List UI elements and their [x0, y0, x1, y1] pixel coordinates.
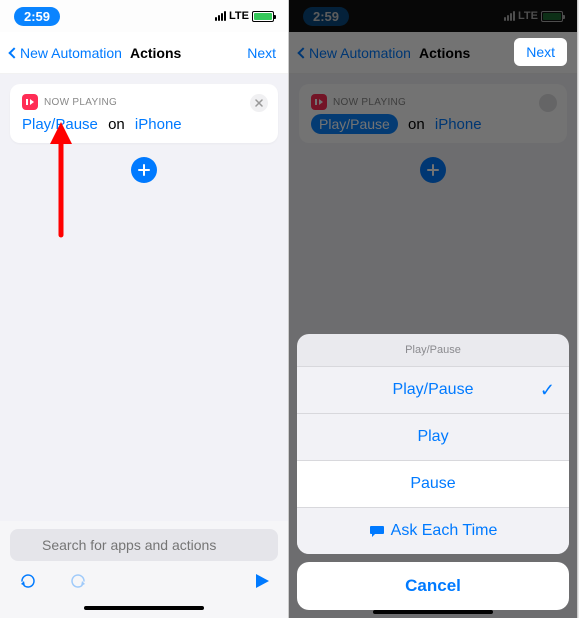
- option-play[interactable]: Play: [297, 414, 569, 461]
- now-playing-icon: [22, 94, 38, 110]
- card-header-label: NOW PLAYING: [44, 97, 117, 108]
- checkmark-icon: ✓: [540, 380, 555, 401]
- option-label: Play/Pause: [393, 381, 474, 399]
- phone-screen-right: 2:59 LTE New Automation Actions N: [289, 0, 578, 618]
- device-token[interactable]: iPhone: [135, 116, 182, 133]
- home-indicator[interactable]: [84, 606, 204, 610]
- option-ask-each-time[interactable]: Ask Each Time: [297, 508, 569, 554]
- search-input[interactable]: [10, 529, 278, 561]
- sheet-header: Play/Pause: [297, 334, 569, 367]
- message-icon: [369, 524, 385, 538]
- home-indicator[interactable]: [373, 610, 493, 614]
- bottom-toolbar-area: [0, 521, 288, 618]
- time-pill: 2:59: [14, 7, 60, 26]
- action-card[interactable]: NOW PLAYING Play/Pause on iPhone: [10, 84, 278, 143]
- redo-icon[interactable]: [68, 571, 88, 596]
- nav-header: New Automation Actions Next: [0, 32, 288, 74]
- signal-icon: [215, 11, 226, 21]
- option-label: Ask Each Time: [391, 522, 498, 540]
- card-header: NOW PLAYING: [22, 94, 266, 110]
- option-play-pause[interactable]: Play/Pause ✓: [297, 367, 569, 414]
- search-wrap: [10, 529, 278, 561]
- action-token[interactable]: Play/Pause: [22, 116, 98, 133]
- add-action-wrap: [10, 157, 278, 183]
- action-sheet: Play/Pause Play/Pause ✓ Play Pause Ask E…: [297, 334, 569, 610]
- battery-icon: [252, 11, 274, 22]
- next-button[interactable]: Next: [247, 45, 276, 61]
- option-label: Play: [417, 428, 448, 446]
- status-bar: 2:59 LTE: [0, 0, 288, 32]
- next-button[interactable]: Next: [514, 38, 567, 66]
- cancel-button[interactable]: Cancel: [297, 562, 569, 610]
- toolbar: [10, 561, 278, 600]
- chevron-left-icon: [8, 47, 19, 58]
- card-body: Play/Pause on iPhone: [22, 116, 266, 133]
- run-icon[interactable]: [254, 573, 270, 594]
- content-area: NOW PLAYING Play/Pause on iPhone: [0, 74, 288, 193]
- close-icon[interactable]: [250, 94, 268, 112]
- status-indicators: LTE: [215, 10, 274, 22]
- add-action-button[interactable]: [131, 157, 157, 183]
- option-pause[interactable]: Pause: [297, 461, 569, 508]
- page-title: Actions: [130, 45, 181, 61]
- token-on: on: [108, 116, 125, 133]
- back-button[interactable]: New Automation: [10, 45, 122, 61]
- back-label: New Automation: [20, 45, 122, 61]
- phone-screen-left: 2:59 LTE New Automation Actions Next NOW…: [0, 0, 289, 618]
- status-time: 2:59: [14, 9, 60, 24]
- option-label: Pause: [410, 475, 455, 493]
- undo-icon[interactable]: [18, 571, 38, 596]
- sheet-options-group: Play/Pause Play/Pause ✓ Play Pause Ask E…: [297, 334, 569, 554]
- network-label: LTE: [229, 10, 249, 22]
